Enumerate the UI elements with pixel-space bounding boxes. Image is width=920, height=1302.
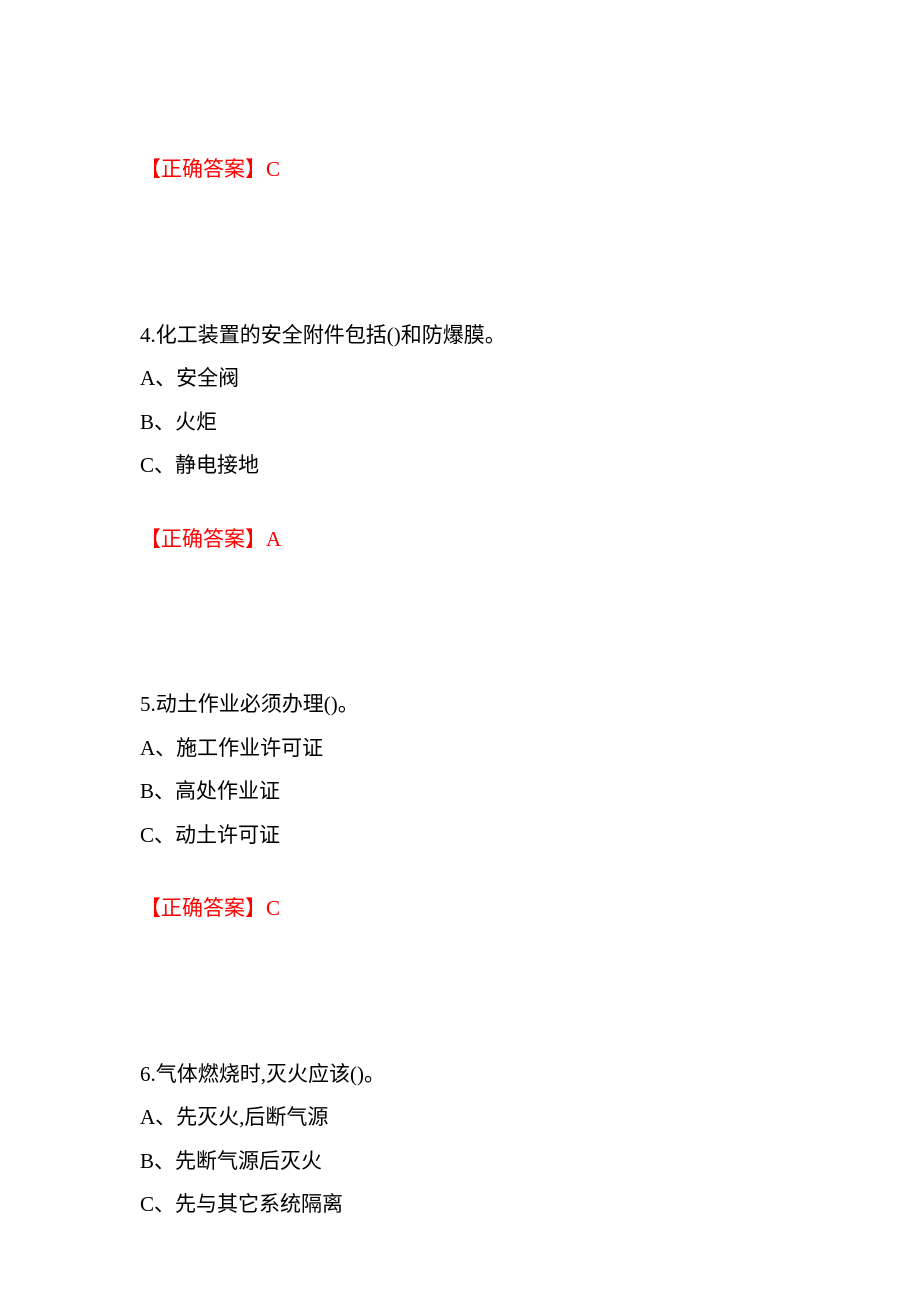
question-text: 动土作业必须办理()。 xyxy=(156,692,359,716)
question-text: 化工装置的安全附件包括()和防爆膜。 xyxy=(156,323,506,347)
answer-label: 【正确答案】 xyxy=(140,896,266,920)
option-6-B: B、先断气源后灭火 xyxy=(140,1140,780,1184)
answer-label: 【正确答案】 xyxy=(140,157,266,181)
answer-letter: C xyxy=(266,157,280,181)
answer-letter: C xyxy=(266,896,280,920)
question-6: 6.气体燃烧时,灭火应该()。 xyxy=(140,1053,780,1097)
spacer xyxy=(140,488,780,524)
document-page: 【正确答案】C 4.化工装置的安全附件包括()和防爆膜。 A、安全阀 B、火炬 … xyxy=(0,0,920,1302)
question-4: 4.化工装置的安全附件包括()和防爆膜。 xyxy=(140,314,780,358)
spacer xyxy=(140,186,780,314)
question-number: 4. xyxy=(140,323,156,347)
answer-label: 【正确答案】 xyxy=(140,527,266,551)
option-6-C: C、先与其它系统隔离 xyxy=(140,1183,780,1227)
option-5-B: B、高处作业证 xyxy=(140,770,780,814)
question-number: 6. xyxy=(140,1062,156,1086)
question-text: 气体燃烧时,灭火应该()。 xyxy=(156,1062,385,1086)
answer-block-4: 【正确答案】A xyxy=(140,524,780,556)
option-5-A: A、施工作业许可证 xyxy=(140,727,780,771)
option-4-C: C、静电接地 xyxy=(140,444,780,488)
answer-block-5: 【正确答案】C xyxy=(140,893,780,925)
spacer xyxy=(140,555,780,683)
question-number: 5. xyxy=(140,692,156,716)
spacer xyxy=(140,857,780,893)
option-4-A: A、安全阀 xyxy=(140,357,780,401)
spacer xyxy=(140,925,780,1053)
option-4-B: B、火炬 xyxy=(140,401,780,445)
answer-block-3: 【正确答案】C xyxy=(140,0,780,186)
question-5: 5.动土作业必须办理()。 xyxy=(140,683,780,727)
option-5-C: C、动土许可证 xyxy=(140,814,780,858)
content-column: 【正确答案】C 4.化工装置的安全附件包括()和防爆膜。 A、安全阀 B、火炬 … xyxy=(140,0,780,1227)
answer-letter: A xyxy=(266,527,281,551)
option-6-A: A、先灭火,后断气源 xyxy=(140,1096,780,1140)
